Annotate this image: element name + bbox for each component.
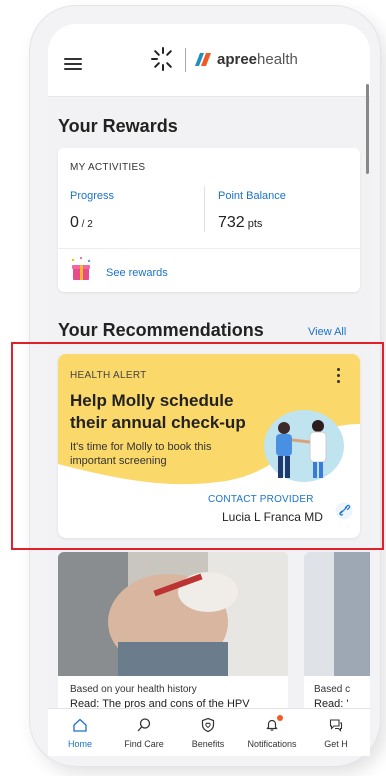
see-rewards-link[interactable]: See rewards <box>106 267 168 279</box>
card-divider <box>58 248 360 249</box>
tab-get-help[interactable]: Get H <box>304 709 368 756</box>
brand-name-bold: apree <box>217 50 258 68</box>
highlight-box <box>11 342 384 550</box>
point-balance-label: Point Balance <box>218 190 286 202</box>
progress-label: Progress <box>70 190 115 202</box>
tab-benefits[interactable]: Benefits <box>176 709 240 756</box>
points-unit: pts <box>244 218 263 230</box>
article-context: Based on your health history <box>70 684 197 695</box>
tab-label: Notifications <box>247 739 297 749</box>
scrollbar[interactable] <box>366 84 369 174</box>
bottom-tab-bar: Home Find Care Benefits Notifications Ge… <box>48 708 370 756</box>
notification-dot <box>277 715 283 721</box>
my-activities-label: MY ACTIVITIES <box>70 162 146 173</box>
apree-health-logo: apree health <box>193 48 298 70</box>
progress-count: 0 <box>70 214 79 231</box>
tab-label: Benefits <box>191 739 225 749</box>
point-balance-value: 732 pts <box>218 214 262 232</box>
stat-divider <box>204 186 205 232</box>
article-image <box>304 552 370 676</box>
tab-notifications[interactable]: Notifications <box>240 709 304 756</box>
gift-icon <box>71 257 91 280</box>
brand-c-logo-icon <box>151 47 172 71</box>
menu-icon[interactable] <box>64 58 82 70</box>
chat-icon <box>329 719 343 732</box>
progress-total: / 2 <box>78 219 93 230</box>
top-bar: apree health <box>48 24 370 97</box>
tab-home[interactable]: Home <box>48 709 112 756</box>
tab-label: Find Care <box>124 739 164 749</box>
apree-mark-icon <box>195 53 211 66</box>
brand-name-light: health <box>257 50 298 68</box>
logo-divider <box>185 48 186 72</box>
tab-find-care[interactable]: Find Care <box>112 709 176 756</box>
article-image-vaccination <box>58 552 288 676</box>
tab-label: Home <box>67 739 92 749</box>
search-icon <box>137 718 151 732</box>
shield-icon <box>201 717 215 733</box>
home-icon <box>73 718 87 732</box>
article-context: Based c <box>314 684 351 695</box>
progress-value: 0 / 2 <box>70 214 93 232</box>
points-count: 732 <box>218 214 245 231</box>
tab-label: Get H <box>324 739 348 749</box>
rewards-heading: Your Rewards <box>58 116 178 136</box>
recommendations-heading: Your Recommendations <box>58 320 264 340</box>
rewards-card: MY ACTIVITIES Progress 0 / 2 Point Balan… <box>58 148 360 292</box>
view-all-link[interactable]: View All <box>308 326 346 338</box>
